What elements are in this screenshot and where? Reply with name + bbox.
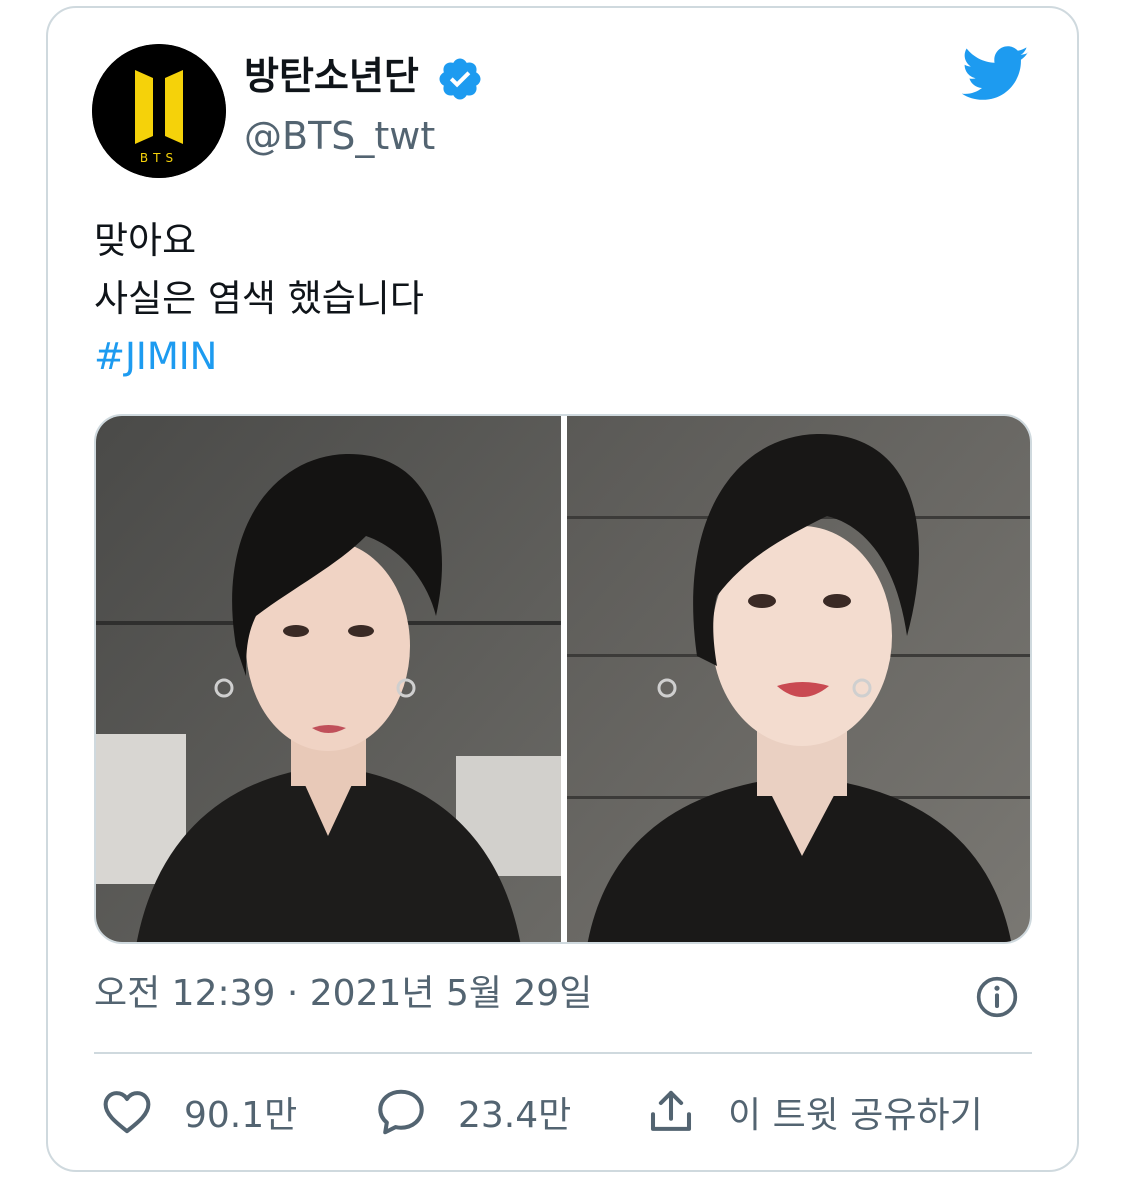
like-button[interactable]: 90.1만 <box>100 1082 297 1142</box>
avatar[interactable]: BTS <box>92 44 226 178</box>
share-label: 이 트윗 공유하기 <box>728 1095 983 1136</box>
photo-2[interactable] <box>567 416 1030 942</box>
display-name[interactable]: 방탄소년단 <box>244 52 419 100</box>
share-icon <box>650 1090 692 1131</box>
tweet-timestamp[interactable]: 오전 12:39 · 2021년 5월 29일 <box>94 970 592 1018</box>
tweet-text-line-1: 맞아요 <box>94 219 197 262</box>
reply-button[interactable]: 23.4만 <box>374 1082 571 1142</box>
tweet-text: 맞아요 사실은 염색 했습니다 #JIMIN <box>94 212 424 386</box>
bts-logo: BTS <box>92 44 226 178</box>
logo-text: BTS <box>140 151 178 165</box>
hashtag-link[interactable]: #JIMIN <box>94 328 424 386</box>
share-button[interactable]: 이 트윗 공유하기 <box>644 1082 983 1142</box>
tweet-text-line-2: 사실은 염색 했습니다 <box>94 277 424 320</box>
divider <box>94 1052 1032 1054</box>
heart-icon <box>103 1091 151 1134</box>
info-icon[interactable] <box>975 975 1019 1019</box>
verified-badge-icon <box>439 58 481 100</box>
like-count: 90.1만 <box>184 1095 298 1136</box>
photo-1[interactable] <box>96 416 561 942</box>
speech-bubble-icon <box>378 1089 424 1135</box>
tweet-media[interactable] <box>94 414 1032 944</box>
user-handle[interactable]: @BTS_twt <box>244 112 435 160</box>
reply-count: 23.4만 <box>458 1095 572 1136</box>
twitter-bird-icon[interactable] <box>962 46 1030 102</box>
